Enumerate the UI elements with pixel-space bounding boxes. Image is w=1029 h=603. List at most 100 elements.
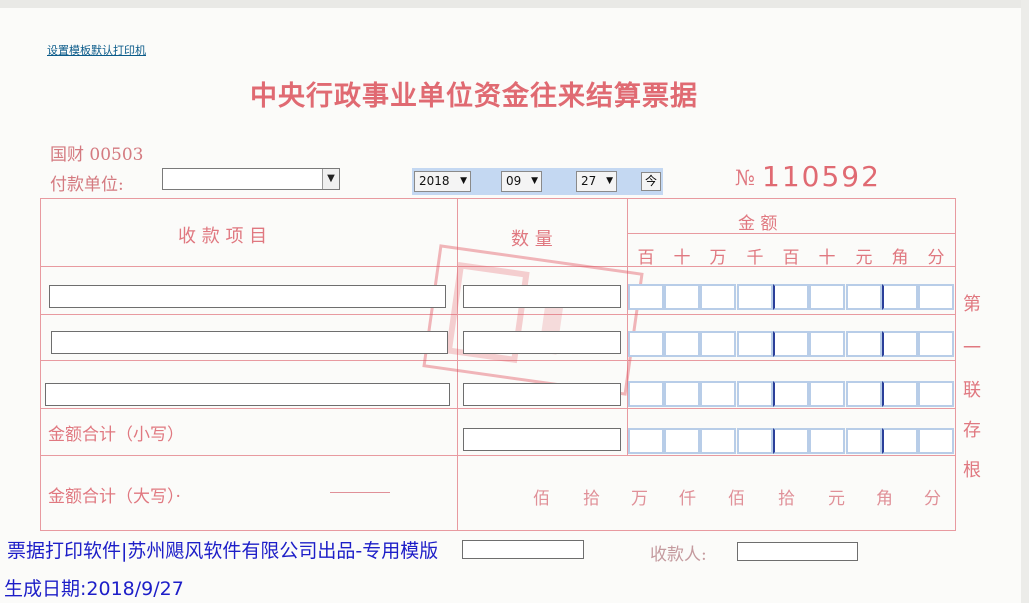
col-amount-header: 金 额 [738, 214, 778, 234]
qty-input-3[interactable] [463, 383, 621, 406]
amount-cell[interactable] [882, 284, 918, 310]
amount-cell[interactable] [700, 284, 736, 310]
amount-cell[interactable] [882, 381, 918, 407]
col-item-header: 收 款 项 目 [178, 226, 268, 247]
generated-date: 生成日期:2018/9/27 [4, 578, 184, 600]
amount-cell[interactable] [809, 381, 845, 407]
big-unit: 佰 [728, 489, 745, 509]
chevron-down-icon: ▼ [606, 176, 613, 186]
amount-cell[interactable] [737, 428, 773, 454]
big-unit: 仟 [679, 489, 696, 509]
amount-cell[interactable] [700, 428, 736, 454]
big-unit: 拾 [583, 489, 600, 509]
footer-credit: 票据打印软件|苏州飓风软件有限公司出品-专用模版 [7, 540, 439, 562]
amount-cell[interactable] [737, 331, 773, 357]
digit-header: 元 [855, 248, 873, 268]
amount-cell[interactable] [846, 381, 882, 407]
item-input-2[interactable] [51, 331, 448, 354]
month-select[interactable]: 09 ▼ [501, 171, 542, 192]
digit-header: 十 [818, 248, 836, 268]
chevron-down-icon[interactable]: ▼ [322, 169, 339, 189]
big-unit: 元 [828, 489, 845, 509]
table-border-bottom [40, 530, 956, 531]
table-border-left [40, 198, 41, 530]
amount-cell[interactable] [628, 284, 664, 310]
big-unit: 拾 [778, 489, 795, 509]
amount-cell[interactable] [773, 381, 809, 407]
payer-label: 付款单位: [50, 175, 124, 195]
amount-cells-row-1 [628, 284, 956, 310]
amount-cell[interactable] [664, 381, 700, 407]
amount-cells-row-3 [628, 381, 956, 407]
table-line [40, 408, 956, 409]
side-label: 一 [963, 338, 981, 359]
qty-input-total[interactable] [463, 428, 621, 451]
qty-input-1[interactable] [463, 285, 621, 308]
table-border-right [955, 198, 956, 530]
amount-cell[interactable] [664, 284, 700, 310]
day-value: 27 [581, 174, 597, 188]
amount-cell[interactable] [664, 331, 700, 357]
table-border-top [40, 198, 956, 199]
digit-header: 百 [637, 248, 655, 268]
big-unit: 分 [924, 489, 941, 509]
amount-cell[interactable] [700, 381, 736, 407]
qty-input-2[interactable] [463, 331, 621, 354]
receipt-paper: 设置模板默认打印机 中央行政事业单位资金往来结算票据 国财 00503 付款单位… [0, 0, 1029, 603]
today-button[interactable]: 今 [641, 172, 661, 191]
amount-cell[interactable] [846, 284, 882, 310]
amount-cell[interactable] [628, 428, 664, 454]
total-small-label: 金额合计（小写） [48, 425, 184, 445]
handler-input[interactable] [462, 540, 584, 559]
year-select[interactable]: 2018 ▼ [414, 171, 471, 192]
digit-header: 百 [782, 248, 800, 268]
amount-cell[interactable] [809, 428, 845, 454]
amount-cell[interactable] [918, 331, 954, 357]
payer-select[interactable]: ▼ [162, 168, 340, 190]
amount-cell[interactable] [737, 284, 773, 310]
amount-cells-row-2 [628, 331, 956, 357]
amount-cell[interactable] [809, 284, 845, 310]
big-unit: 万 [631, 489, 648, 509]
big-unit: 佰 [533, 489, 550, 509]
amount-cell[interactable] [664, 428, 700, 454]
amount-cell[interactable] [628, 331, 664, 357]
amount-cell[interactable] [628, 381, 664, 407]
amount-cell[interactable] [737, 381, 773, 407]
chevron-down-icon: ▼ [460, 176, 467, 186]
item-input-1[interactable] [49, 285, 446, 308]
amount-cell[interactable] [773, 331, 809, 357]
chevron-down-icon: ▼ [531, 176, 538, 186]
amount-cell[interactable] [918, 428, 954, 454]
digit-header: 分 [927, 248, 945, 268]
amount-cell[interactable] [700, 331, 736, 357]
amount-cell[interactable] [846, 428, 882, 454]
table-line [628, 233, 956, 234]
amount-cell[interactable] [882, 428, 918, 454]
receipt-number: 110592 [762, 160, 881, 193]
digit-header: 十 [673, 248, 691, 268]
amount-cell[interactable] [882, 331, 918, 357]
collector-label: 收款人: [650, 545, 707, 565]
digit-header: 角 [891, 248, 909, 268]
amount-cell[interactable] [846, 331, 882, 357]
amount-cell[interactable] [918, 284, 954, 310]
set-default-printer-link[interactable]: 设置模板默认打印机 [47, 42, 146, 58]
amount-cell[interactable] [773, 284, 809, 310]
number-mark: № [735, 166, 755, 190]
digit-header: 万 [709, 248, 727, 268]
paper-top-edge [0, 0, 1029, 8]
collector-input[interactable] [737, 542, 858, 561]
day-select[interactable]: 27 ▼ [576, 171, 617, 192]
table-line [40, 455, 956, 456]
amount-cell[interactable] [809, 331, 845, 357]
digit-header: 千 [746, 248, 764, 268]
amount-cell[interactable] [918, 381, 954, 407]
amount-cell[interactable] [773, 428, 809, 454]
side-label: 第 [963, 294, 981, 315]
date-panel: 2018 ▼ 09 ▼ 27 ▼ 今 [412, 168, 663, 195]
side-label: 根 [963, 460, 981, 481]
item-input-3[interactable] [45, 383, 450, 406]
receipt-title: 中央行政事业单位资金往来结算票据 [250, 81, 698, 112]
side-label: 联 [963, 380, 981, 401]
